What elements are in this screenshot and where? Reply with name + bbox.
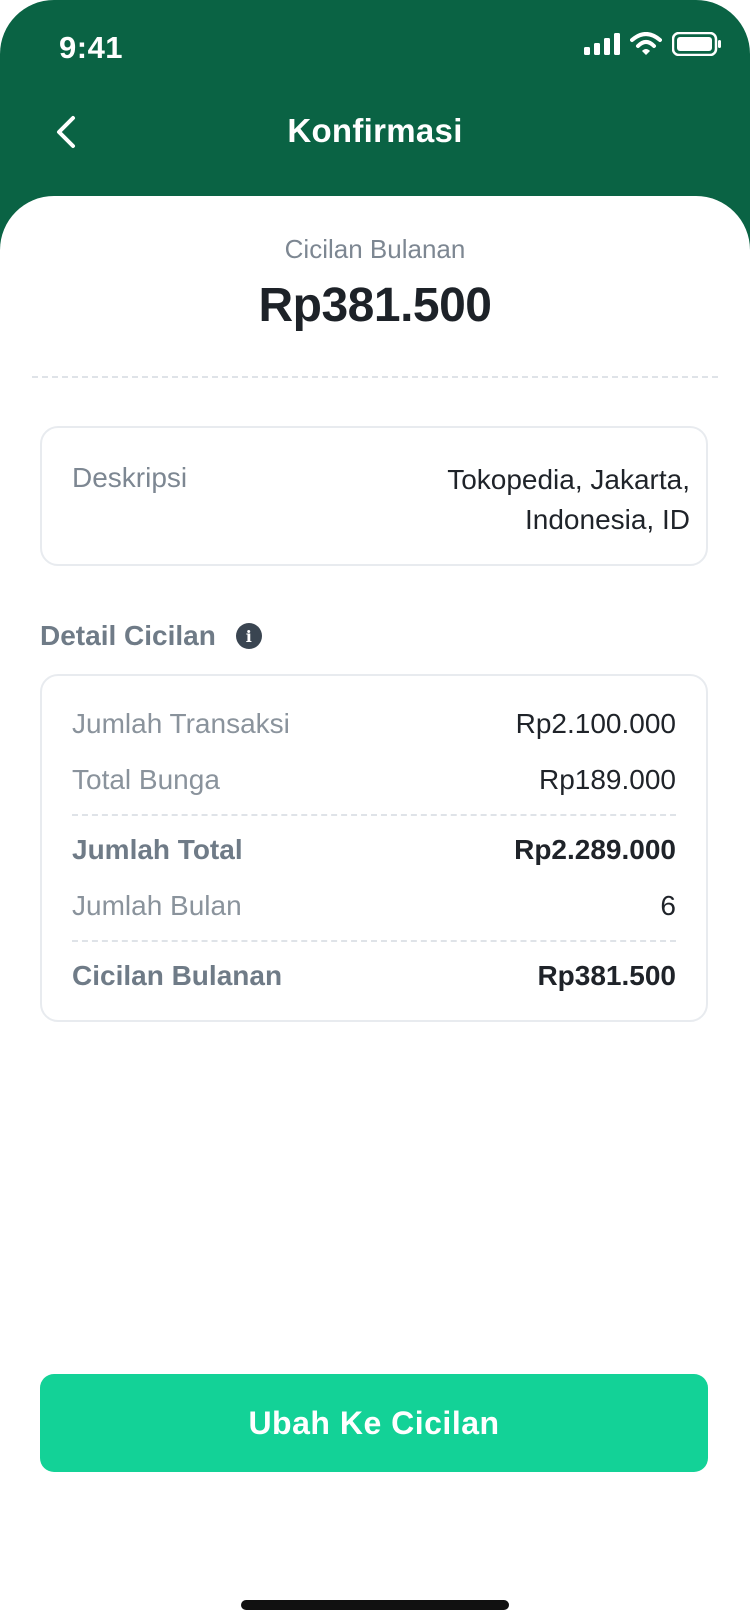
change-to-installment-button[interactable]: Ubah Ke Cicilan <box>40 1374 708 1472</box>
cellular-signal-icon <box>584 33 620 55</box>
row-divider <box>72 940 676 942</box>
description-label: Deskripsi <box>72 462 188 493</box>
detail-row-total-amount: Jumlah Total Rp2.289.000 <box>72 822 676 878</box>
wifi-icon <box>630 32 662 55</box>
row-value: Rp2.289.000 <box>514 834 676 865</box>
detail-row-monthly-installment: Cicilan Bulanan Rp381.500 <box>72 948 676 1004</box>
detail-card: Jumlah Transaksi Rp2.100.000 Total Bunga… <box>40 674 708 1022</box>
battery-icon <box>672 32 721 56</box>
nav-bar: Konfirmasi <box>0 96 750 196</box>
row-label: Jumlah Bulan <box>72 890 242 921</box>
detail-row-months: Jumlah Bulan 6 <box>72 878 676 934</box>
description-card: Deskripsi Tokopedia, Jakarta, Indonesia,… <box>40 426 708 566</box>
row-label: Cicilan Bulanan <box>72 960 283 991</box>
row-value: 6 <box>660 890 676 921</box>
detail-row-transaction-amount: Jumlah Transaksi Rp2.100.000 <box>72 696 676 752</box>
content-sheet: Cicilan Bulanan Rp381.500 Deskripsi Toko… <box>0 196 750 1624</box>
summary-amount: Rp381.500 <box>258 279 493 332</box>
description-value: Tokopedia, Jakarta, Indonesia, ID <box>447 464 690 535</box>
row-divider <box>72 814 676 816</box>
status-time: 9:41 <box>59 30 124 65</box>
row-value: Rp381.500 <box>537 960 676 991</box>
detail-title: Detail Cicilan <box>40 620 216 651</box>
summary-label: Cicilan Bulanan <box>284 234 466 264</box>
detail-row-total-interest: Total Bunga Rp189.000 <box>72 752 676 808</box>
page-title: Konfirmasi <box>287 112 463 149</box>
confirmation-screen: 9:41 Konfirmasi Cicilan Bulanan Rp381.50… <box>0 0 750 1624</box>
info-icon[interactable]: i <box>235 623 262 649</box>
status-bar: 9:41 <box>0 0 750 96</box>
row-value: Rp189.000 <box>538 764 676 795</box>
row-label: Jumlah Total <box>72 834 243 865</box>
row-label: Total Bunga <box>72 764 220 795</box>
detail-section-title: Detail Cicilan i <box>40 620 262 652</box>
status-icons <box>584 32 722 56</box>
row-value: Rp2.100.000 <box>515 708 676 739</box>
row-label: Jumlah Transaksi <box>72 708 290 739</box>
home-indicator <box>241 1600 509 1610</box>
summary-divider <box>32 376 718 378</box>
